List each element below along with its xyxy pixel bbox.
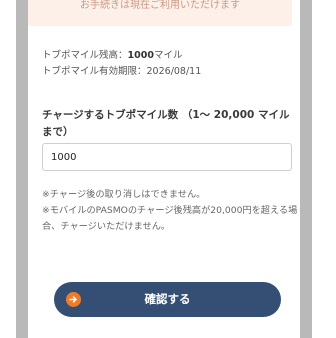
charge-amount-label: チャージするトブポマイル数 （1～ 20,000 マイルまで） <box>42 109 290 138</box>
note-balance-limit: ※モバイルのPASMOのチャージ後残高が20,000円を超える場合、チャージいた… <box>42 205 298 232</box>
confirm-button-label: 確認する <box>144 292 191 306</box>
note-no-cancel: ※チャージ後の取り消しはできません。 <box>42 189 206 200</box>
confirm-button[interactable]: 確認する <box>54 282 281 317</box>
notice-banner: お手続きは現在ご利用いただけます <box>28 0 292 26</box>
balance-value: 1000 <box>127 50 154 61</box>
charge-amount-input[interactable] <box>42 143 292 171</box>
expiry-value: 2026/08/11 <box>146 66 202 77</box>
expiry-row: トブポマイル有効期限：2026/08/11 <box>42 64 201 80</box>
notes: ※チャージ後の取り消しはできません。 ※モバイルのPASMOのチャージ後残高が2… <box>42 187 304 235</box>
balance-label: トブポマイル残高： <box>42 50 128 61</box>
mileage-info: トブポマイル残高：1000マイル トブポマイル有効期限：2026/08/11 <box>42 48 201 80</box>
notice-text: お手続きは現在ご利用いただけます <box>80 0 240 11</box>
balance-row: トブポマイル残高：1000マイル <box>42 48 201 64</box>
expiry-label: トブポマイル有効期限： <box>42 66 147 77</box>
charge-panel: お手続きは現在ご利用いただけます トブポマイル残高：1000マイル トブポマイル… <box>28 0 300 338</box>
left-side-bar <box>16 0 28 338</box>
right-side-bar <box>300 0 312 338</box>
balance-unit: マイル <box>153 50 183 61</box>
